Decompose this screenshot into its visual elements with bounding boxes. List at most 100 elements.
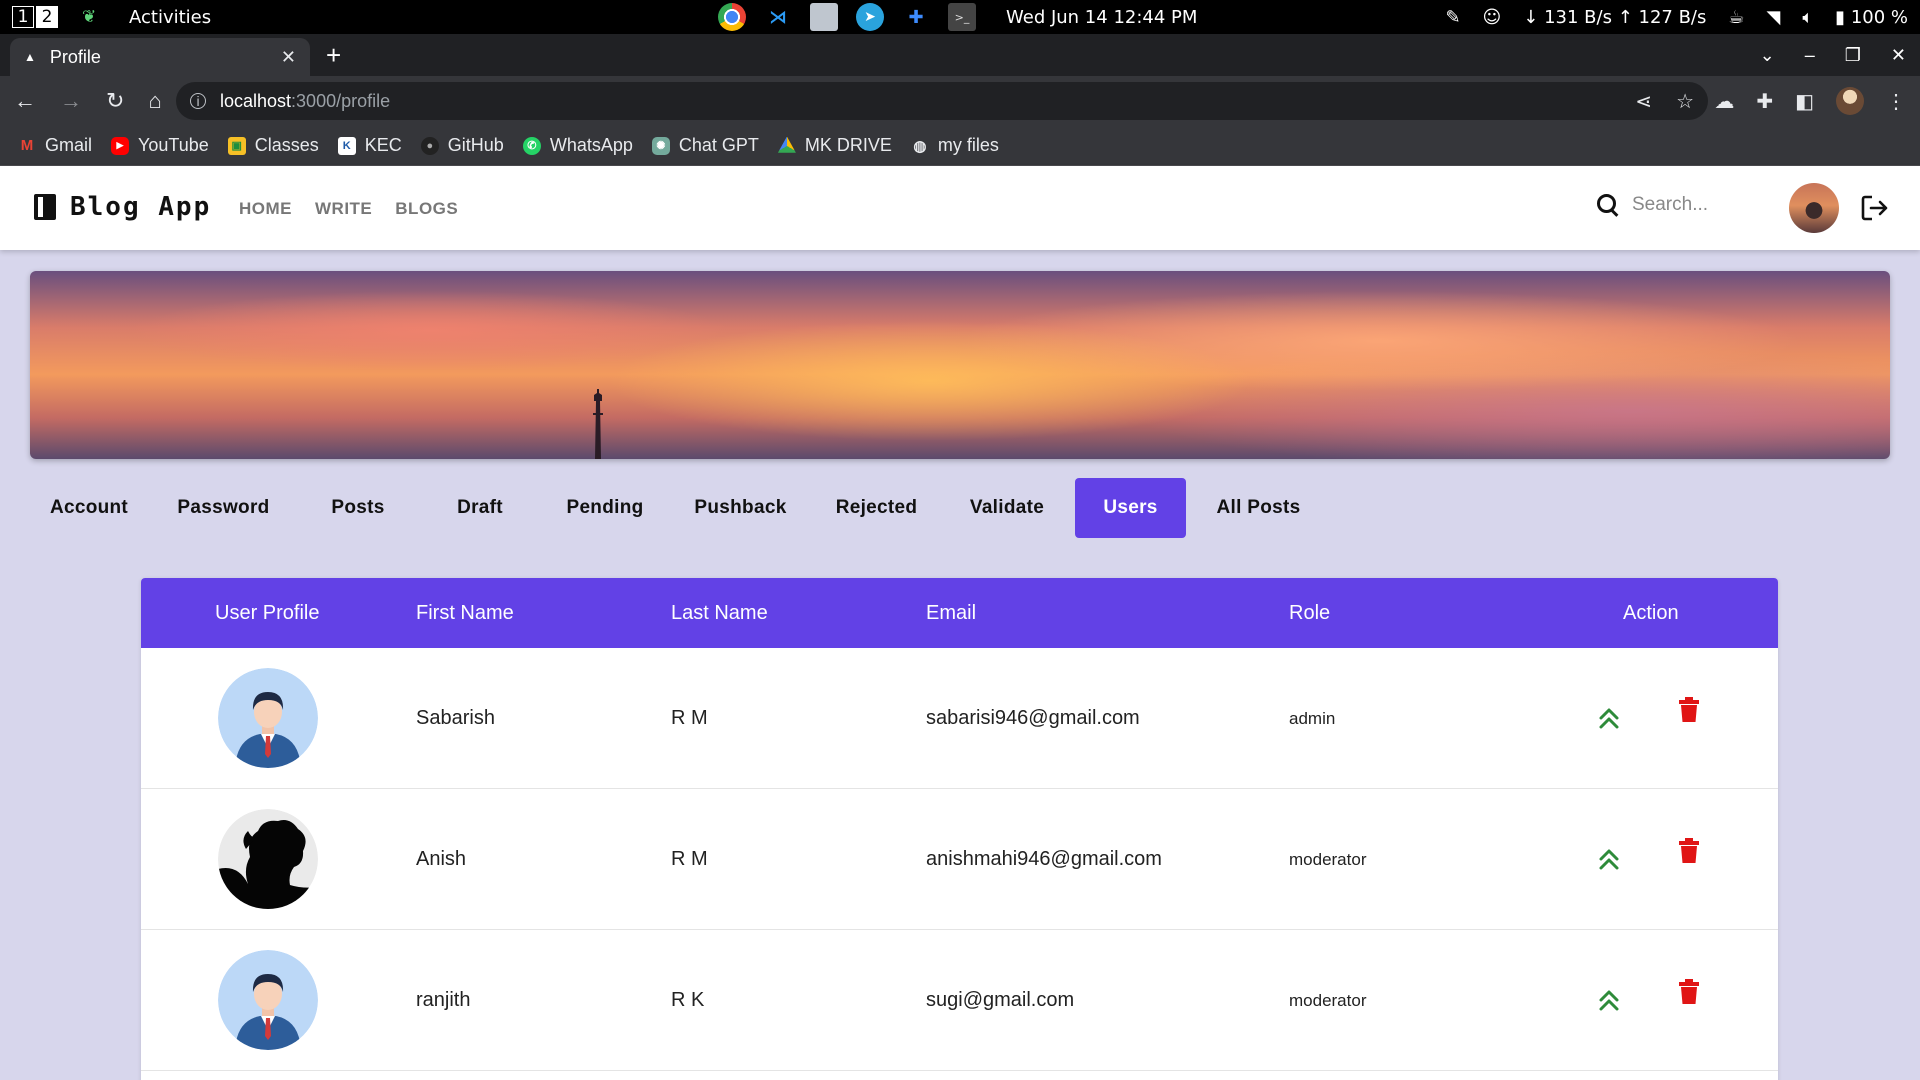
new-tab-button[interactable]: + xyxy=(326,40,341,71)
side-panel-icon[interactable]: ◧ xyxy=(1795,89,1814,114)
home-icon[interactable]: ⌂ xyxy=(148,88,161,114)
role: moderator xyxy=(1289,849,1367,869)
telegram-icon[interactable]: ➤ xyxy=(856,3,884,31)
tab-draft[interactable]: Draft xyxy=(417,478,543,538)
more-menu-icon[interactable]: ⋮ xyxy=(1886,89,1906,114)
url-path: :3000/profile xyxy=(291,90,391,111)
network-speed: ↓ 131 B/s ↑ 127 B/s xyxy=(1523,6,1707,28)
logout-icon[interactable] xyxy=(1860,193,1890,223)
bookmark-classes[interactable]: ▣ Classes xyxy=(227,135,319,156)
tab-title: Profile xyxy=(49,46,101,67)
promote-role-icon[interactable] xyxy=(1598,847,1620,871)
first-name: Sabarish xyxy=(416,707,495,729)
header-email: Email xyxy=(926,601,977,624)
volume-icon[interactable]: 🔈︎ xyxy=(1802,7,1813,28)
coffee-icon[interactable]: ☕ xyxy=(1728,7,1744,28)
last-name: R M xyxy=(671,848,708,870)
browser-profile-avatar[interactable] xyxy=(1836,87,1864,115)
last-name: R K xyxy=(671,989,705,1011)
system-tray[interactable]: ✎ ☺ ↓ 131 B/s ↑ 127 B/s ☕ ◥ 🔈︎ ▮ 100 % xyxy=(1445,0,1908,34)
address-bar[interactable]: i localhost:3000/profile ⋖ ☆ xyxy=(176,82,1708,120)
pen-icon[interactable]: ✎ xyxy=(1445,7,1460,28)
first-name: ranjith xyxy=(416,989,471,1011)
nav-write[interactable]: WRITE xyxy=(315,199,372,219)
delete-user-icon[interactable] xyxy=(1677,979,1701,1005)
browser-toolbar: ← → ↻ ⌂ i localhost:3000/profile ⋖ ☆ ☁ ✚… xyxy=(0,76,1920,126)
close-tab-icon[interactable]: ✕ xyxy=(281,47,296,68)
bookmark-gmail[interactable]: M Gmail xyxy=(18,135,92,156)
forward-icon[interactable]: → xyxy=(60,88,82,114)
bookmark-github[interactable]: ● GitHub xyxy=(420,135,504,156)
youtube-icon: ▶ xyxy=(111,136,130,155)
search-input[interactable] xyxy=(1632,194,1772,216)
activities-button[interactable]: Activities xyxy=(129,0,211,34)
restore-icon[interactable]: ❐ xyxy=(1845,45,1861,66)
bookmark-label: MK DRIVE xyxy=(804,135,892,155)
bookmark-label: Gmail xyxy=(45,135,93,155)
tab-rejected[interactable]: Rejected xyxy=(814,478,939,538)
extension-puzzle-icon[interactable]: ✚ xyxy=(902,3,930,31)
delete-user-icon[interactable] xyxy=(1677,697,1701,723)
tab-account[interactable]: Account xyxy=(30,478,148,538)
chrome-icon[interactable] xyxy=(718,3,746,31)
incognito-icon[interactable]: ☁ xyxy=(1714,89,1734,114)
site-info-icon[interactable]: i xyxy=(190,93,206,109)
tab-validate[interactable]: Validate xyxy=(939,478,1075,538)
header-user-profile: User Profile xyxy=(215,601,320,624)
close-window-icon[interactable]: ✕ xyxy=(1891,45,1906,66)
toolbar-actions: ☁ ✚ ◧ ⋮ xyxy=(1714,76,1906,126)
main-menu: HOME WRITE BLOGS xyxy=(239,199,458,219)
app-menu-icon[interactable]: ❦ xyxy=(82,0,96,34)
files-icon[interactable] xyxy=(810,3,838,31)
globe-icon: ◍ xyxy=(913,137,927,155)
workspace-1[interactable]: 1 xyxy=(12,6,34,28)
nav-home[interactable]: HOME xyxy=(239,199,292,219)
table-header: User Profile First Name Last Name Email … xyxy=(141,578,1778,648)
battery-status[interactable]: ▮ 100 % xyxy=(1835,7,1908,28)
bookmark-chatgpt[interactable]: ✺ Chat GPT xyxy=(651,135,759,156)
tab-search-icon[interactable]: ⌄ xyxy=(1760,45,1775,66)
bookmark-label: Chat GPT xyxy=(678,135,759,155)
extensions-icon[interactable]: ✚ xyxy=(1756,89,1773,114)
table-row: Anish R M anishmahi946@gmail.com moderat… xyxy=(141,789,1778,930)
workspace-switcher[interactable]: 1 2 xyxy=(12,0,58,34)
bookmark-whatsapp[interactable]: ✆ WhatsApp xyxy=(522,135,633,156)
emoji-icon[interactable]: ☺ xyxy=(1483,7,1502,28)
vscode-icon[interactable]: ⋊ xyxy=(764,3,792,31)
browser-tab[interactable]: ▲ Profile ✕ xyxy=(10,38,310,76)
brand-logo[interactable]: Blog App xyxy=(34,192,211,222)
bookmark-label: my files xyxy=(937,135,999,155)
back-icon[interactable]: ← xyxy=(14,88,36,114)
tab-users[interactable]: Users xyxy=(1075,478,1186,538)
tab-password[interactable]: Password xyxy=(148,478,299,538)
bookmark-kec[interactable]: K KEC xyxy=(337,135,402,156)
wifi-icon[interactable]: ◥ xyxy=(1767,7,1781,28)
header-first-name: First Name xyxy=(416,601,514,624)
bookmark-label: Classes xyxy=(254,135,319,155)
bookmark-mk-drive[interactable]: MK DRIVE xyxy=(777,135,892,156)
tab-favicon-icon: ▲ xyxy=(24,50,36,64)
table-row: Sabarish R M sabarisi946@gmail.com admin xyxy=(141,648,1778,789)
promote-role-icon[interactable] xyxy=(1598,988,1620,1012)
promote-role-icon[interactable] xyxy=(1598,706,1620,730)
terminal-icon[interactable]: >_ xyxy=(948,3,976,31)
minimize-icon[interactable]: – xyxy=(1805,45,1815,66)
workspace-2[interactable]: 2 xyxy=(36,6,58,28)
bookmark-youtube[interactable]: ▶ YouTube xyxy=(111,135,209,156)
delete-user-icon[interactable] xyxy=(1677,838,1701,864)
users-table: User Profile First Name Last Name Email … xyxy=(141,578,1778,1080)
share-icon[interactable]: ⋖ xyxy=(1635,89,1652,114)
tab-posts[interactable]: Posts xyxy=(299,478,417,538)
tab-pushback[interactable]: Pushback xyxy=(667,478,814,538)
search-icon[interactable] xyxy=(1596,193,1620,217)
tab-pending[interactable]: Pending xyxy=(543,478,667,538)
last-name: R M xyxy=(671,707,708,729)
tab-all-posts[interactable]: All Posts xyxy=(1186,478,1331,538)
header-action: Action xyxy=(1623,601,1679,624)
bookmark-my-files[interactable]: ◍ my files xyxy=(911,135,999,156)
nav-blogs[interactable]: BLOGS xyxy=(395,199,458,219)
bookmark-star-icon[interactable]: ☆ xyxy=(1676,89,1694,114)
reload-icon[interactable]: ↻ xyxy=(106,88,124,114)
user-avatar[interactable] xyxy=(1789,183,1839,233)
clock[interactable]: Wed Jun 14 12:44 PM xyxy=(1006,0,1197,34)
